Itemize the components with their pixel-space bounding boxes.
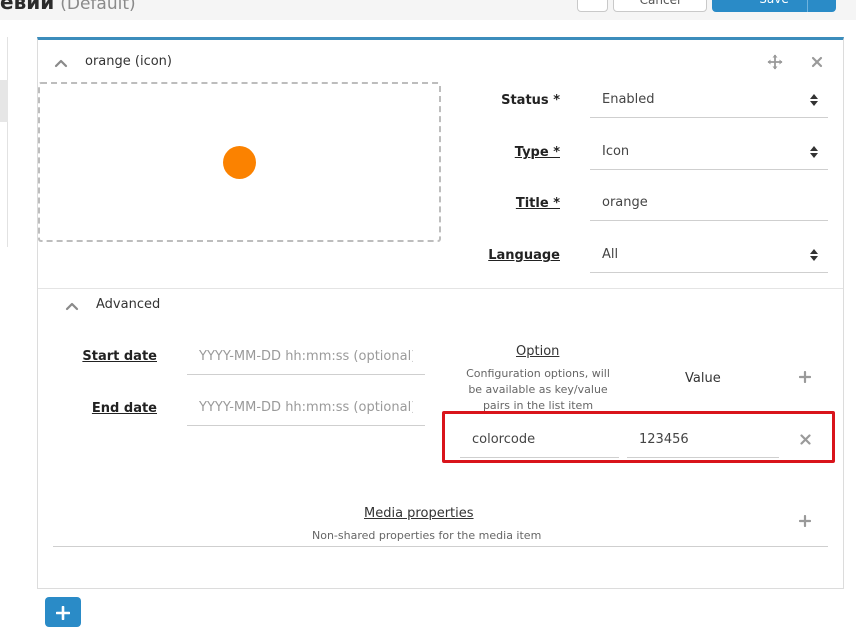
start-date-field[interactable]: [187, 339, 425, 375]
language-label: Language: [488, 248, 560, 263]
move-icon[interactable]: [767, 54, 783, 70]
title-value: orange: [602, 195, 648, 210]
status-label: Status *: [501, 93, 560, 108]
status-select[interactable]: Enabled: [590, 82, 828, 118]
end-date-field[interactable]: [187, 390, 425, 426]
option-value-field[interactable]: 123456: [627, 422, 779, 458]
remove-option-icon[interactable]: [800, 434, 811, 445]
value-column-title: Value: [685, 371, 721, 386]
start-date-input[interactable]: [199, 349, 413, 364]
media-properties-description: Non-shared properties for the media item: [312, 529, 542, 542]
type-label: Type *: [514, 145, 560, 160]
orange-dot-icon: [223, 146, 256, 179]
add-item-button[interactable]: [45, 597, 81, 627]
sidebar-item-active[interactable]: [0, 80, 8, 122]
add-option-plus-icon[interactable]: [799, 371, 811, 383]
end-date-label: End date: [91, 401, 157, 416]
select-arrows-icon: [810, 146, 818, 158]
cancel-button[interactable]: Cancel: [613, 0, 707, 12]
select-arrows-icon: [810, 249, 818, 261]
type-select[interactable]: Icon: [590, 134, 828, 170]
status-value: Enabled: [602, 92, 655, 107]
section-divider: [38, 288, 843, 289]
page-title-text: евии: [0, 0, 55, 14]
language-value: All: [602, 247, 619, 262]
start-date-label: Start date: [82, 349, 157, 364]
option-key-value: colorcode: [472, 432, 536, 447]
media-properties-title: Media properties: [364, 506, 474, 521]
extra-button[interactable]: +: [577, 0, 608, 12]
collapse-chevron-up-icon[interactable]: [53, 55, 69, 71]
page-title-suffix: (Default): [60, 0, 136, 14]
media-divider: [53, 546, 828, 547]
title-input[interactable]: orange: [590, 185, 828, 221]
end-date-input[interactable]: [199, 400, 413, 415]
option-key-field[interactable]: colorcode: [460, 422, 619, 458]
language-select[interactable]: All: [590, 237, 828, 273]
close-icon[interactable]: [811, 56, 823, 68]
item-title: orange (icon): [85, 54, 172, 69]
advanced-chevron-up-icon[interactable]: [64, 298, 80, 314]
type-value: Icon: [602, 144, 630, 159]
title-label: Title *: [515, 196, 560, 211]
advanced-title: Advanced: [96, 297, 161, 312]
select-arrows-icon: [810, 94, 818, 106]
option-description: Configuration options, will be available…: [466, 367, 610, 412]
option-value-value: 123456: [639, 432, 689, 447]
add-media-property-plus-icon[interactable]: [799, 515, 811, 527]
sidebar-edge: [0, 37, 8, 247]
page-title: евии (Default): [0, 0, 136, 14]
option-column-title: Option: [516, 344, 560, 359]
save-button[interactable]: Save: [712, 0, 836, 12]
